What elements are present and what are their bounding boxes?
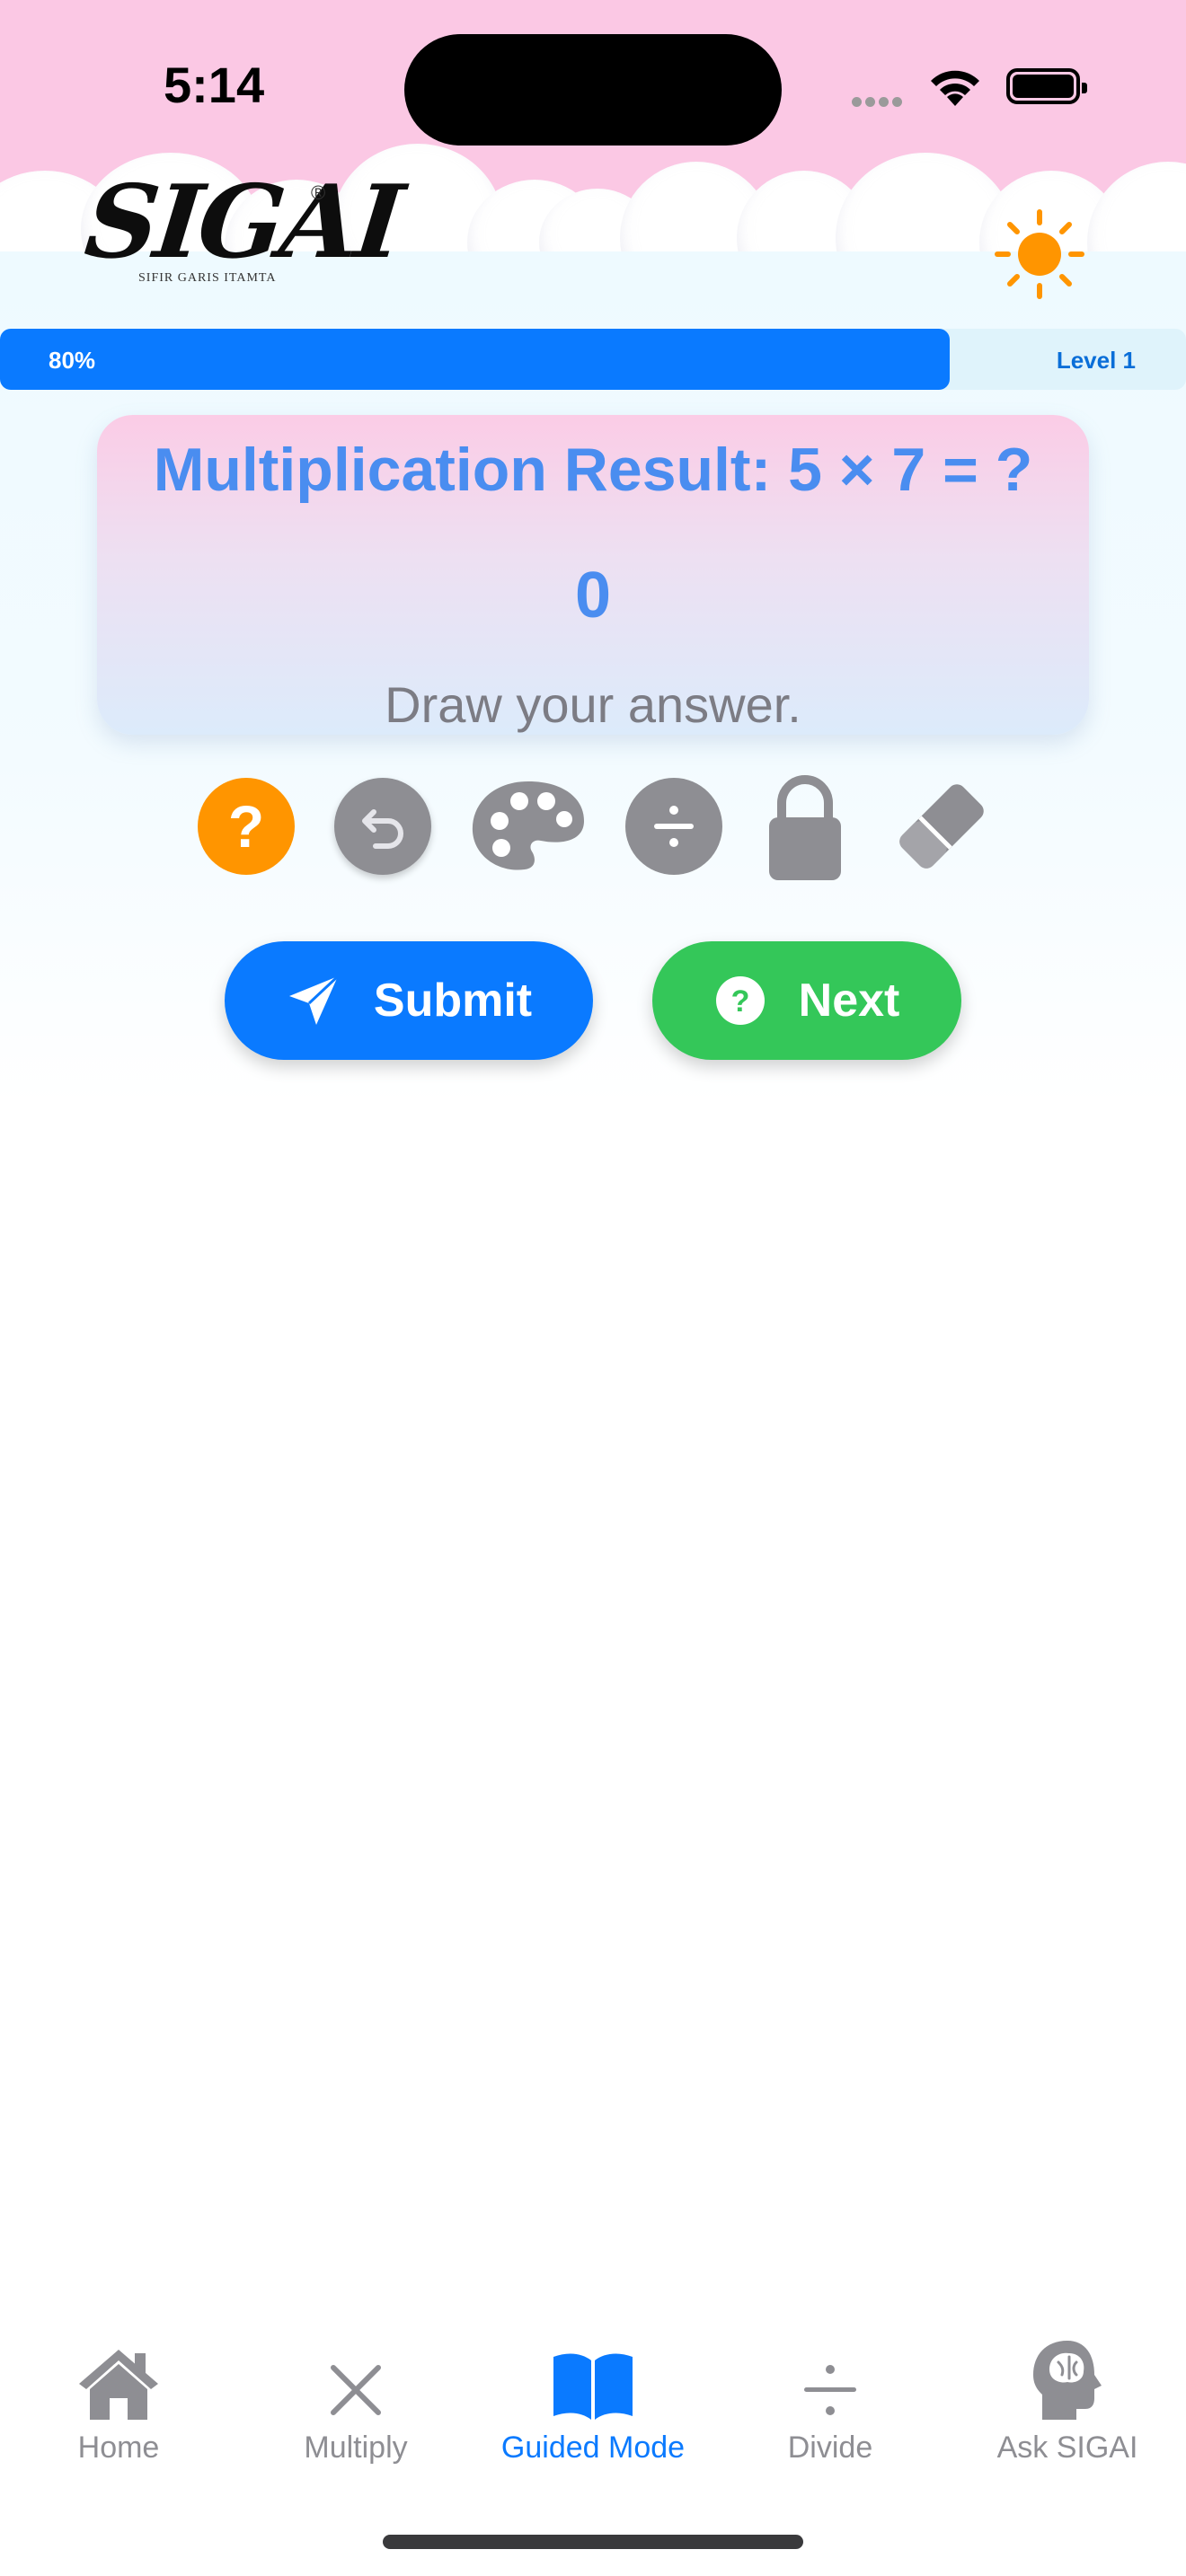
svg-text:?: ?: [730, 984, 749, 1019]
book-icon: [553, 2353, 633, 2420]
tab-guided-mode[interactable]: Guided Mode: [474, 2335, 712, 2466]
eraser-button[interactable]: [886, 771, 997, 882]
send-icon: [288, 975, 339, 1025]
draw-hint: Draw your answer.: [385, 676, 801, 733]
battery-icon: [1006, 68, 1087, 104]
dynamic-island: [404, 34, 782, 146]
tab-label: Home: [77, 2430, 160, 2465]
divide-icon: [654, 806, 694, 847]
tab-ask-sigai[interactable]: Ask SIGAI: [949, 2335, 1186, 2466]
tab-label: Divide: [787, 2430, 873, 2465]
question-title: Multiplication Result: 5 × 7 = ?: [153, 436, 1033, 504]
tab-label: Multiply: [304, 2430, 408, 2465]
next-button[interactable]: ? Next: [652, 941, 961, 1060]
question-card: Multiplication Result: 5 × 7 = ? 0 Draw …: [97, 415, 1089, 735]
sun-icon[interactable]: [992, 207, 1087, 306]
multiply-icon: [331, 2365, 381, 2415]
progress-percent: 80%: [49, 347, 96, 374]
lock-icon: [769, 775, 841, 880]
answer-value: 0: [574, 560, 612, 631]
logo-text: SIGAI: [80, 163, 406, 281]
status-time: 5:14: [164, 57, 265, 113]
house-icon: [79, 2350, 158, 2420]
palette-icon: [472, 781, 584, 870]
home-indicator: [383, 2535, 803, 2549]
undo-button[interactable]: [334, 778, 431, 875]
level-label: Level 1: [1056, 347, 1136, 374]
divide-mode-button[interactable]: [625, 778, 722, 875]
brain-head-icon: [1033, 2341, 1102, 2420]
next-label: Next: [798, 975, 900, 1027]
divide-icon: [804, 2365, 856, 2415]
level-progress-bar: 80% Level 1: [0, 329, 1186, 390]
eraser-icon: [899, 784, 984, 869]
progress-fill: [0, 329, 950, 390]
undo-icon: [362, 809, 403, 849]
cellular-signal-icon: [852, 95, 909, 107]
tab-home[interactable]: Home: [0, 2335, 237, 2466]
tab-multiply[interactable]: Multiply: [237, 2335, 474, 2466]
wifi-icon: [927, 66, 983, 112]
help-button[interactable]: ?: [198, 778, 295, 875]
tab-divide[interactable]: Divide: [712, 2335, 949, 2466]
help-icon: ?: [227, 793, 265, 860]
sigai-logo: SIGAI SIFIR GARIS ITAMTA ®: [80, 163, 405, 286]
palette-button[interactable]: [469, 776, 588, 877]
question-circle-icon: ?: [715, 976, 765, 1025]
submit-button[interactable]: Submit: [225, 941, 593, 1060]
tab-label: Ask SIGAI: [996, 2430, 1138, 2465]
tab-label: Guided Mode: [500, 2430, 686, 2465]
submit-label: Submit: [373, 975, 533, 1027]
lock-button[interactable]: [764, 771, 846, 882]
registered-mark: ®: [311, 181, 326, 204]
